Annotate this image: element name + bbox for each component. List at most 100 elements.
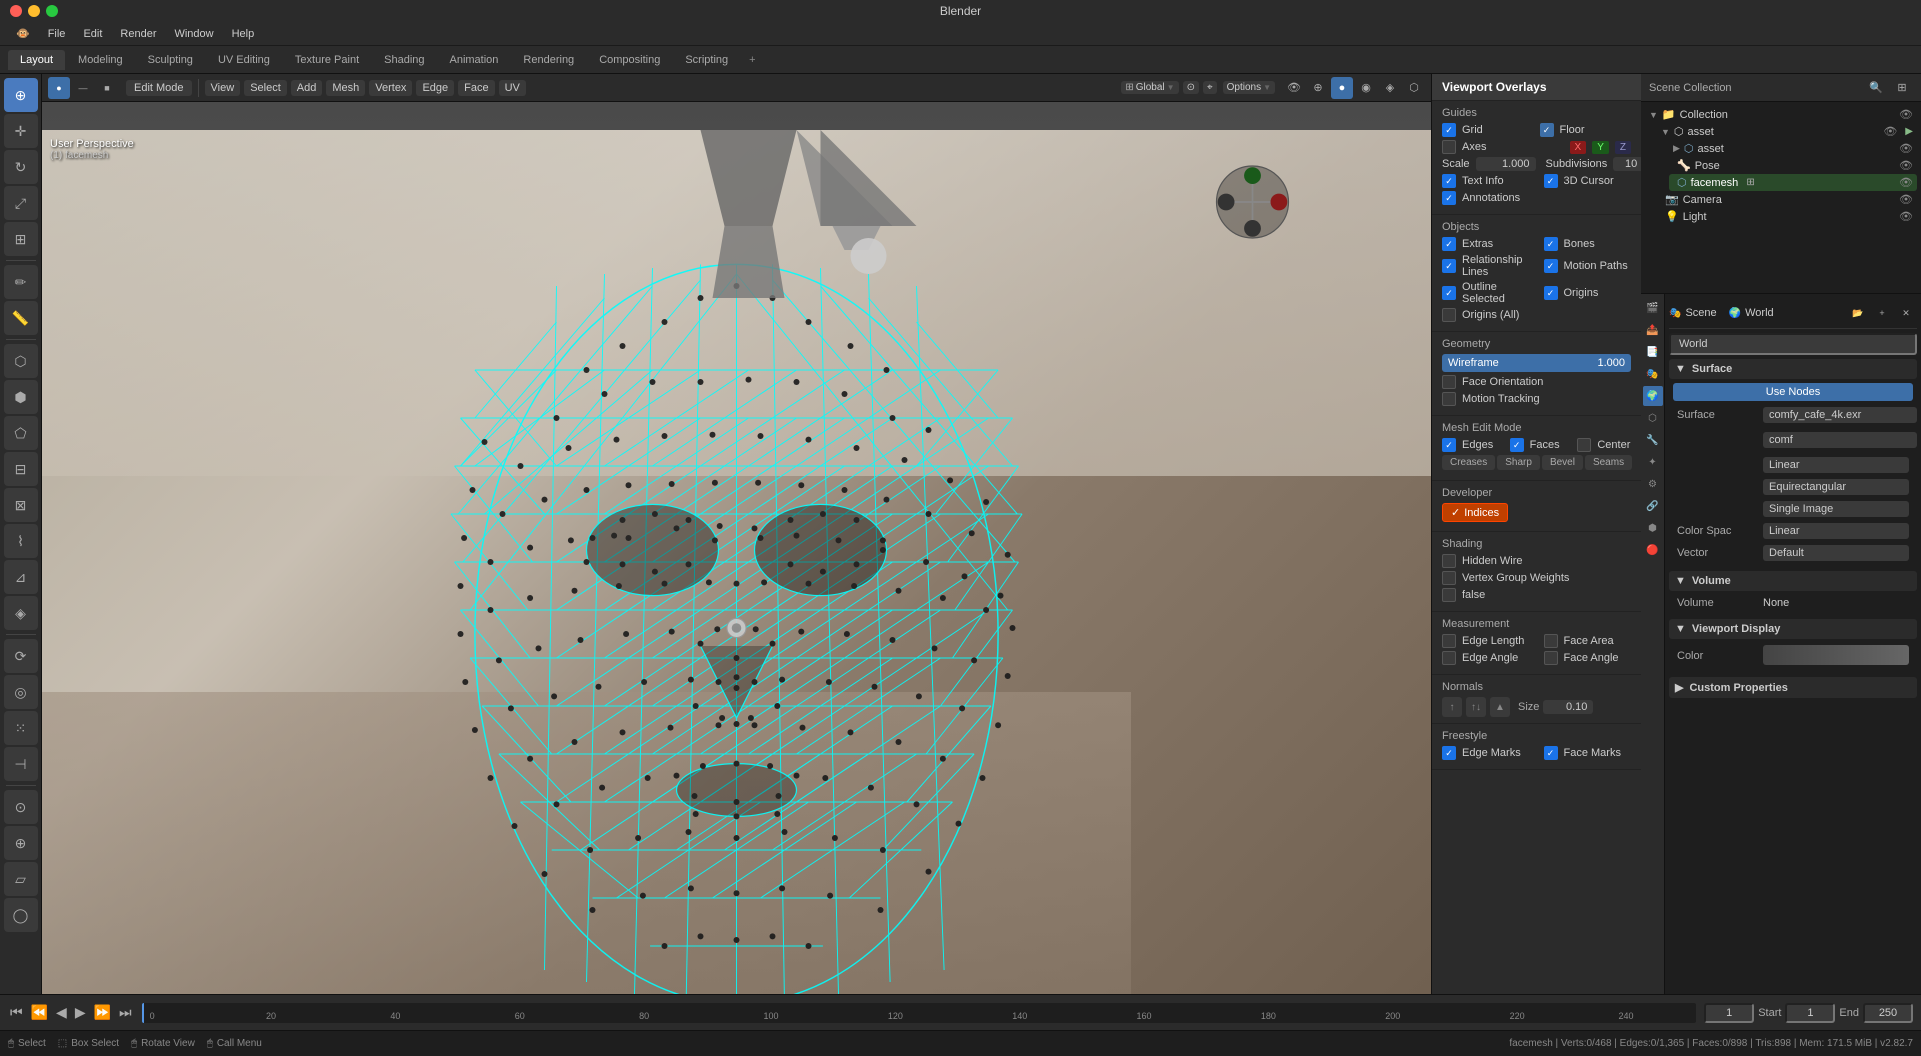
knife-tool[interactable]: ⌇ xyxy=(4,524,38,558)
tab-layout[interactable]: Layout xyxy=(8,50,65,70)
play-button[interactable]: ▶ xyxy=(73,1002,88,1023)
bones-checkbox[interactable]: ✓ xyxy=(1544,237,1558,251)
surface-input[interactable] xyxy=(1763,407,1917,423)
surface-section-header[interactable]: ▼ Surface xyxy=(1669,359,1917,379)
faces-checkbox[interactable]: ✓ xyxy=(1510,438,1524,452)
vertex-normals-icon[interactable]: ↑ xyxy=(1442,697,1462,717)
hidden-wire-checkbox[interactable] xyxy=(1442,554,1456,568)
object-props-tab[interactable]: ⬡ xyxy=(1643,408,1663,428)
projection-select[interactable]: Equirectangular xyxy=(1763,479,1909,495)
help-menu[interactable]: Help xyxy=(224,26,263,42)
seams-tab[interactable]: Seams xyxy=(1585,455,1632,470)
outliner-search-icon[interactable]: 🔍 xyxy=(1865,77,1887,99)
edge-slide-tool[interactable]: ⊣ xyxy=(4,747,38,781)
viewport-canvas[interactable]: User Perspective (1) facemesh xyxy=(42,130,1431,994)
bevel-tool[interactable]: ⬠ xyxy=(4,416,38,450)
inset-tool[interactable]: ⬢ xyxy=(4,380,38,414)
scale-input[interactable] xyxy=(1476,157,1536,171)
world-name-input[interactable] xyxy=(1669,333,1917,355)
axes-checkbox[interactable] xyxy=(1442,140,1456,154)
color-space-select[interactable]: Linear xyxy=(1763,523,1909,539)
maximize-button[interactable] xyxy=(46,5,58,17)
annotate-tool[interactable]: ✏ xyxy=(4,265,38,299)
mesh-menu[interactable]: Mesh xyxy=(326,80,365,96)
smooth-tool[interactable]: ◎ xyxy=(4,675,38,709)
bisect-tool[interactable]: ⊿ xyxy=(4,560,38,594)
vertex-group-weights-checkbox[interactable] xyxy=(1442,571,1456,585)
facemesh-visibility[interactable]: 👁 xyxy=(1899,176,1913,189)
modifiers-props-tab[interactable]: 🔧 xyxy=(1643,430,1663,450)
blender-menu[interactable]: 🐵 xyxy=(8,25,38,42)
camera-item[interactable]: 📷 Camera 👁 xyxy=(1657,191,1917,208)
center-checkbox[interactable] xyxy=(1577,438,1591,452)
light-item[interactable]: 💡 Light 👁 xyxy=(1657,208,1917,225)
viewport-overlay-toggle[interactable]: 👁 xyxy=(1283,77,1305,99)
tab-shading[interactable]: Shading xyxy=(372,50,436,70)
current-frame-input[interactable] xyxy=(1704,1003,1754,1023)
linear-select[interactable]: Linear xyxy=(1763,457,1909,473)
render-menu[interactable]: Render xyxy=(112,26,164,42)
axis-x-button[interactable]: X xyxy=(1570,141,1587,154)
randomize-tool[interactable]: ⁙ xyxy=(4,711,38,745)
view-menu[interactable]: View xyxy=(205,80,241,96)
constraints-props-tab[interactable]: 🔗 xyxy=(1643,496,1663,516)
vertex-menu[interactable]: Vertex xyxy=(369,80,412,96)
viewport-display-header[interactable]: ▼ Viewport Display xyxy=(1669,619,1917,639)
output-props-tab[interactable]: 📤 xyxy=(1643,320,1663,340)
poly-build-tool[interactable]: ◈ xyxy=(4,596,38,630)
play-back-button[interactable]: ◀ xyxy=(54,1002,69,1023)
color-swatch[interactable] xyxy=(1763,645,1909,665)
push-pull-tool[interactable]: ⊕ xyxy=(4,826,38,860)
face-area-checkbox[interactable] xyxy=(1544,634,1558,648)
prev-frame-button[interactable]: ⏪ xyxy=(29,1002,50,1023)
edit-mode-dropdown[interactable]: Edit Mode xyxy=(126,80,192,96)
edge-menu[interactable]: Edge xyxy=(416,80,454,96)
text-info-checkbox[interactable]: ✓ xyxy=(1442,174,1456,188)
custom-props-header[interactable]: ▶ Custom Properties xyxy=(1669,677,1917,698)
face-normals-icon[interactable]: ▲ xyxy=(1490,697,1510,717)
add-menu[interactable]: Add xyxy=(291,80,323,96)
transform-tool[interactable]: ⊞ xyxy=(4,222,38,256)
tab-compositing[interactable]: Compositing xyxy=(587,50,672,70)
offset-edge-tool[interactable]: ⊠ xyxy=(4,488,38,522)
collection-root-item[interactable]: ▼ 📁 Collection 👁 xyxy=(1645,106,1917,123)
single-image-select[interactable]: Single Image xyxy=(1763,501,1909,517)
object-data-props-tab[interactable]: ⬢ xyxy=(1643,518,1663,538)
origins-all-checkbox[interactable] xyxy=(1442,308,1456,322)
creases-tab[interactable]: Creases xyxy=(1442,455,1495,470)
next-frame-button[interactable]: ⏩ xyxy=(92,1002,113,1023)
collection-visibility-icon[interactable]: 👁 xyxy=(1899,108,1913,121)
scene-props-tab[interactable]: 🎭 xyxy=(1643,364,1663,384)
axis-y-button[interactable]: Y xyxy=(1592,141,1609,154)
render-mode-material[interactable]: ◉ xyxy=(1355,77,1377,99)
spin-tool[interactable]: ⟳ xyxy=(4,639,38,673)
axis-z-button[interactable]: Z xyxy=(1615,141,1631,154)
rotate-tool[interactable]: ↻ xyxy=(4,150,38,184)
pose-visibility[interactable]: 👁 xyxy=(1899,159,1913,172)
uv-menu[interactable]: UV xyxy=(499,80,526,96)
tab-rendering[interactable]: Rendering xyxy=(511,50,586,70)
render-mode-rendered[interactable]: ◈ xyxy=(1379,77,1401,99)
normals-size-input[interactable] xyxy=(1543,700,1593,714)
world-new-icon[interactable]: + xyxy=(1871,302,1893,324)
timeline-ruler[interactable]: 0 20 40 60 80 100 120 140 160 180 200 22… xyxy=(142,1003,1697,1023)
physics-props-tab[interactable]: ⚙ xyxy=(1643,474,1663,494)
asset-group-visibility[interactable]: 👁 xyxy=(1883,125,1897,138)
shear-tool[interactable]: ▱ xyxy=(4,862,38,896)
split-normals-icon[interactable]: ↑↓ xyxy=(1466,697,1486,717)
material-props-tab[interactable]: 🔴 xyxy=(1643,540,1663,560)
add-workspace-button[interactable]: + xyxy=(741,50,763,70)
window-menu[interactable]: Window xyxy=(166,26,221,42)
cursor-tool[interactable]: ⊕ xyxy=(4,78,38,112)
bevel-tab[interactable]: Bevel xyxy=(1542,455,1583,470)
relationship-lines-checkbox[interactable]: ✓ xyxy=(1442,259,1456,273)
world-browse-icon[interactable]: 📂 xyxy=(1847,302,1869,324)
asset-mesh-item[interactable]: ▶ ⬡ asset 👁 xyxy=(1669,140,1917,157)
facemesh-item[interactable]: ⬡ facemesh ⊞ 👁 xyxy=(1669,174,1917,191)
scale-tool[interactable]: ⤢ xyxy=(4,186,38,220)
end-frame-input[interactable] xyxy=(1863,1003,1913,1023)
particles-props-tab[interactable]: ✦ xyxy=(1643,452,1663,472)
select-menu[interactable]: Select xyxy=(244,80,287,96)
grid-checkbox[interactable]: ✓ xyxy=(1442,123,1456,137)
jump-end-button[interactable]: ⏭ xyxy=(117,1002,134,1023)
